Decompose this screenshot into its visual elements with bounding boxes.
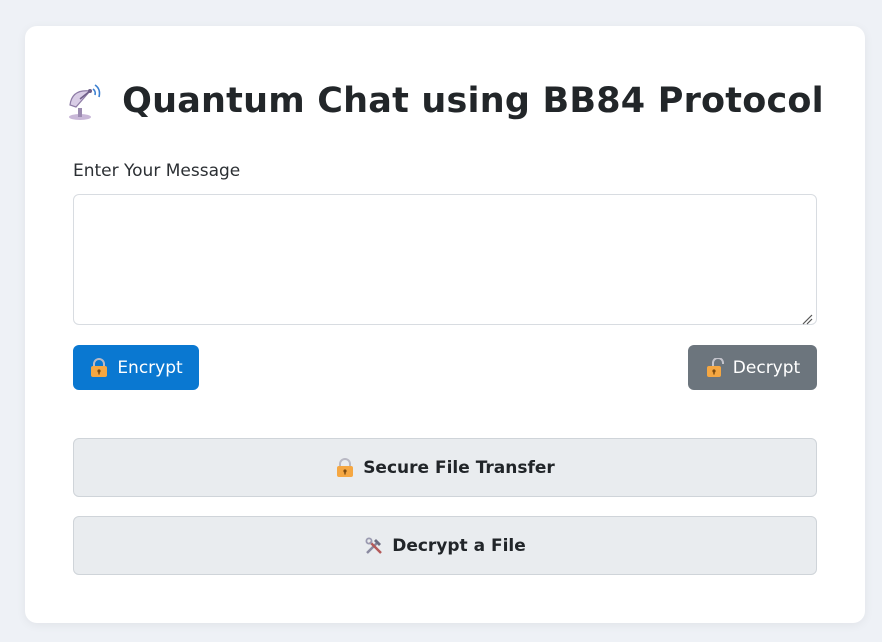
page-header: Quantum Chat using BB84 Protocol — [25, 78, 865, 124]
decrypt-file-label: Decrypt a File — [392, 535, 526, 556]
message-label: Enter Your Message — [73, 161, 241, 181]
decrypt-file-button[interactable]: Decrypt a File — [73, 516, 817, 575]
encrypt-button[interactable]: Encrypt — [73, 345, 199, 390]
page-title: Quantum Chat using BB84 Protocol — [122, 81, 824, 121]
satellite-antenna-icon — [66, 81, 104, 121]
locked-with-key-icon — [89, 357, 109, 378]
decrypt-label: Decrypt — [732, 357, 801, 378]
hammer-and-wrench-icon — [364, 536, 384, 556]
resize-handle-icon[interactable] — [801, 310, 813, 325]
secure-file-transfer-button[interactable]: Secure File Transfer — [73, 438, 817, 497]
unlocked-icon — [705, 356, 725, 378]
main-card: Quantum Chat using BB84 Protocol Enter Y… — [25, 26, 865, 623]
encrypt-label: Encrypt — [117, 357, 183, 378]
locked-with-key-icon — [335, 457, 355, 478]
message-input[interactable] — [73, 194, 817, 325]
secure-file-transfer-label: Secure File Transfer — [363, 457, 555, 478]
decrypt-button[interactable]: Decrypt — [688, 345, 817, 390]
